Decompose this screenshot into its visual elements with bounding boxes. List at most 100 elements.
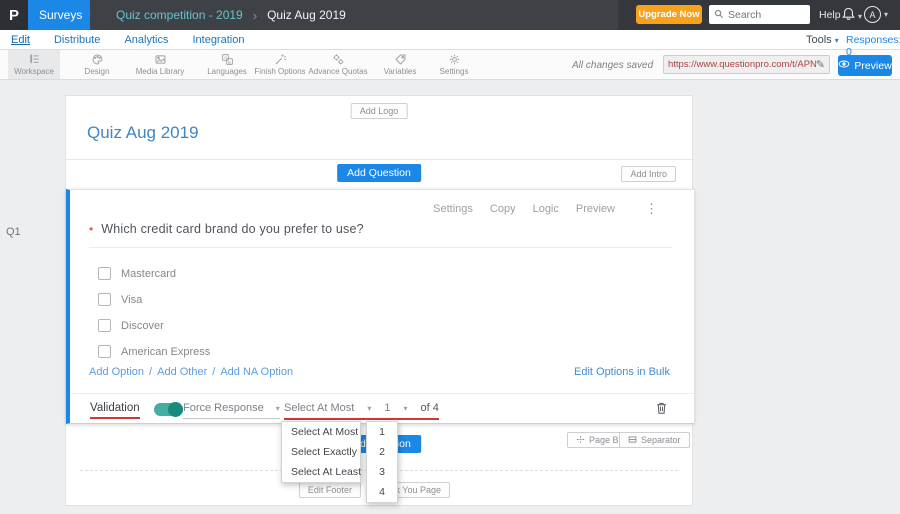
validation-rule-menu: Select At Most Select Exactly Select At … bbox=[281, 421, 361, 483]
more-options-icon[interactable]: ⋮ bbox=[645, 201, 658, 217]
nav-tab-analytics[interactable]: Analytics bbox=[124, 34, 168, 46]
toolbar-item-design[interactable]: Design bbox=[72, 50, 122, 79]
breadcrumb-parent[interactable]: Quiz competition - 2019 bbox=[116, 8, 243, 22]
menu-item-count-2[interactable]: 2 bbox=[367, 442, 397, 462]
preview-label: Preview bbox=[854, 59, 892, 72]
question-text-row: • Which credit card brand do you prefer … bbox=[89, 222, 364, 236]
option-label[interactable]: American Express bbox=[121, 346, 210, 358]
preview-button[interactable]: Preview bbox=[838, 55, 892, 76]
help-link[interactable]: Help bbox=[819, 9, 841, 21]
account-menu-button[interactable]: A ▾ bbox=[864, 6, 888, 23]
search-input[interactable] bbox=[728, 8, 804, 21]
option-checkbox[interactable] bbox=[98, 267, 111, 280]
chevron-down-icon: ▾ bbox=[834, 36, 839, 45]
toolbar-item-variables[interactable]: Variables bbox=[374, 50, 426, 79]
menu-item-count-1[interactable]: 1 bbox=[367, 422, 397, 442]
menu-item-select-exactly[interactable]: Select Exactly bbox=[282, 442, 360, 462]
force-response-dropdown[interactable]: Force Response ▾ bbox=[183, 402, 280, 419]
gear-icon bbox=[448, 53, 461, 66]
nav-tab-distribute[interactable]: Distribute bbox=[54, 34, 100, 46]
survey-url-field[interactable]: ✎ bbox=[663, 55, 830, 74]
upgrade-now-button[interactable]: Upgrade Now bbox=[636, 5, 702, 24]
survey-title[interactable]: Quiz Aug 2019 bbox=[87, 123, 199, 143]
question-logic-link[interactable]: Logic bbox=[533, 203, 559, 215]
validation-label: Validation bbox=[90, 402, 140, 419]
question-preview-link[interactable]: Preview bbox=[576, 203, 615, 215]
gears-icon bbox=[332, 53, 345, 66]
nav-tab-integration[interactable]: Integration bbox=[192, 34, 244, 46]
add-option-link[interactable]: Add Option bbox=[89, 366, 144, 378]
link-separator: / bbox=[212, 366, 216, 378]
search-icon bbox=[714, 6, 724, 24]
toolbar-item-finish-options[interactable]: Finish Options bbox=[250, 50, 310, 79]
tag-icon bbox=[394, 53, 407, 66]
count-dropdown[interactable]: 1 bbox=[384, 402, 390, 414]
toolbar-item-workspace[interactable]: Workspace bbox=[8, 50, 60, 79]
notifications-button[interactable]: ▾ bbox=[841, 6, 862, 27]
menu-item-count-3[interactable]: 3 bbox=[367, 462, 397, 482]
edit-toolbar: Workspace Design Media Library A a Langu… bbox=[0, 50, 900, 80]
breadcrumb-separator-icon: › bbox=[252, 7, 258, 23]
required-marker-icon: • bbox=[89, 222, 94, 236]
menu-item-select-at-most[interactable]: Select At Most bbox=[282, 422, 360, 442]
question-settings-link[interactable]: Settings bbox=[433, 203, 473, 215]
validation-toggle[interactable] bbox=[154, 402, 183, 417]
toolbar-item-settings[interactable]: Settings bbox=[430, 50, 478, 79]
rule-dropdown[interactable]: Select At Most bbox=[284, 402, 354, 414]
top-bar: P Surveys ▾ Quiz competition - 2019 › Qu… bbox=[0, 0, 900, 30]
option-label[interactable]: Mastercard bbox=[121, 268, 176, 280]
toggle-knob bbox=[168, 402, 183, 417]
avatar: A bbox=[864, 6, 881, 23]
option-row: American Express bbox=[98, 345, 210, 358]
menu-item-count-4[interactable]: 4 bbox=[367, 482, 397, 502]
option-checkbox[interactable] bbox=[98, 319, 111, 332]
magic-wand-icon bbox=[274, 53, 287, 66]
validation-rule-group: Select At Most ▾ 1 ▾ of 4 bbox=[284, 402, 439, 420]
question-text[interactable]: Which credit card brand do you prefer to… bbox=[101, 222, 364, 236]
option-checkbox[interactable] bbox=[98, 293, 111, 306]
responses-count[interactable]: Responses: 0 bbox=[846, 34, 900, 58]
separator-label: Separator bbox=[641, 435, 681, 445]
breadcrumb-current: Quiz Aug 2019 bbox=[267, 8, 346, 22]
add-logo-button[interactable]: Add Logo bbox=[350, 103, 408, 119]
chevron-down-icon: ▾ bbox=[403, 403, 408, 413]
add-option-links: Add Option / Add Other / Add NA Option bbox=[89, 366, 293, 378]
survey-header: Add Logo Quiz Aug 2019 bbox=[66, 96, 692, 160]
question-divider bbox=[89, 247, 672, 248]
separator-icon bbox=[628, 435, 637, 446]
separator-button[interactable]: Separator bbox=[619, 432, 690, 448]
toolbar-item-media-library[interactable]: Media Library bbox=[132, 50, 188, 79]
option-label[interactable]: Visa bbox=[121, 294, 142, 306]
add-question-button-top[interactable]: Add Question bbox=[337, 164, 421, 182]
edit-url-pencil-icon[interactable]: ✎ bbox=[816, 58, 825, 71]
chevron-down-icon: ▾ bbox=[858, 12, 863, 21]
tools-label: Tools bbox=[806, 34, 832, 46]
option-label[interactable]: Discover bbox=[121, 320, 164, 332]
add-other-link[interactable]: Add Other bbox=[157, 366, 207, 378]
delete-question-icon[interactable] bbox=[655, 401, 668, 420]
edit-footer-button[interactable]: Edit Footer bbox=[298, 482, 361, 498]
question-copy-link[interactable]: Copy bbox=[490, 203, 516, 215]
chevron-down-icon: ▾ bbox=[884, 10, 889, 19]
force-response-label: Force Response bbox=[183, 402, 264, 414]
chevron-down-icon: ▾ bbox=[275, 403, 280, 413]
toolbar-item-advance-quotas[interactable]: Advance Quotas bbox=[308, 50, 368, 79]
menu-item-select-at-least[interactable]: Select At Least bbox=[282, 462, 361, 482]
option-checkbox[interactable] bbox=[98, 345, 111, 358]
survey-url-input[interactable] bbox=[668, 59, 816, 70]
nav-tab-edit[interactable]: Edit bbox=[11, 34, 30, 46]
tools-menu-button[interactable]: Tools ▾ bbox=[806, 34, 839, 46]
search-box[interactable] bbox=[709, 5, 810, 24]
questionpro-logo[interactable]: P bbox=[0, 0, 28, 30]
eye-icon bbox=[838, 59, 850, 72]
section-nav: Edit Distribute Analytics Integration To… bbox=[0, 30, 900, 58]
question-block: Settings Copy Logic Preview ⋮ • Which cr… bbox=[66, 189, 694, 424]
edit-options-in-bulk-link[interactable]: Edit Options in Bulk bbox=[574, 366, 670, 378]
add-intro-button[interactable]: Add Intro bbox=[621, 166, 676, 182]
toolbar-item-languages[interactable]: A a Languages bbox=[201, 50, 253, 79]
svg-text:A: A bbox=[224, 55, 227, 60]
autosave-status: All changes saved bbox=[572, 60, 654, 71]
breadcrumb: Quiz competition - 2019 › Quiz Aug 2019 bbox=[90, 0, 618, 30]
add-na-option-link[interactable]: Add NA Option bbox=[220, 366, 293, 378]
of-total-label: of 4 bbox=[420, 402, 439, 414]
